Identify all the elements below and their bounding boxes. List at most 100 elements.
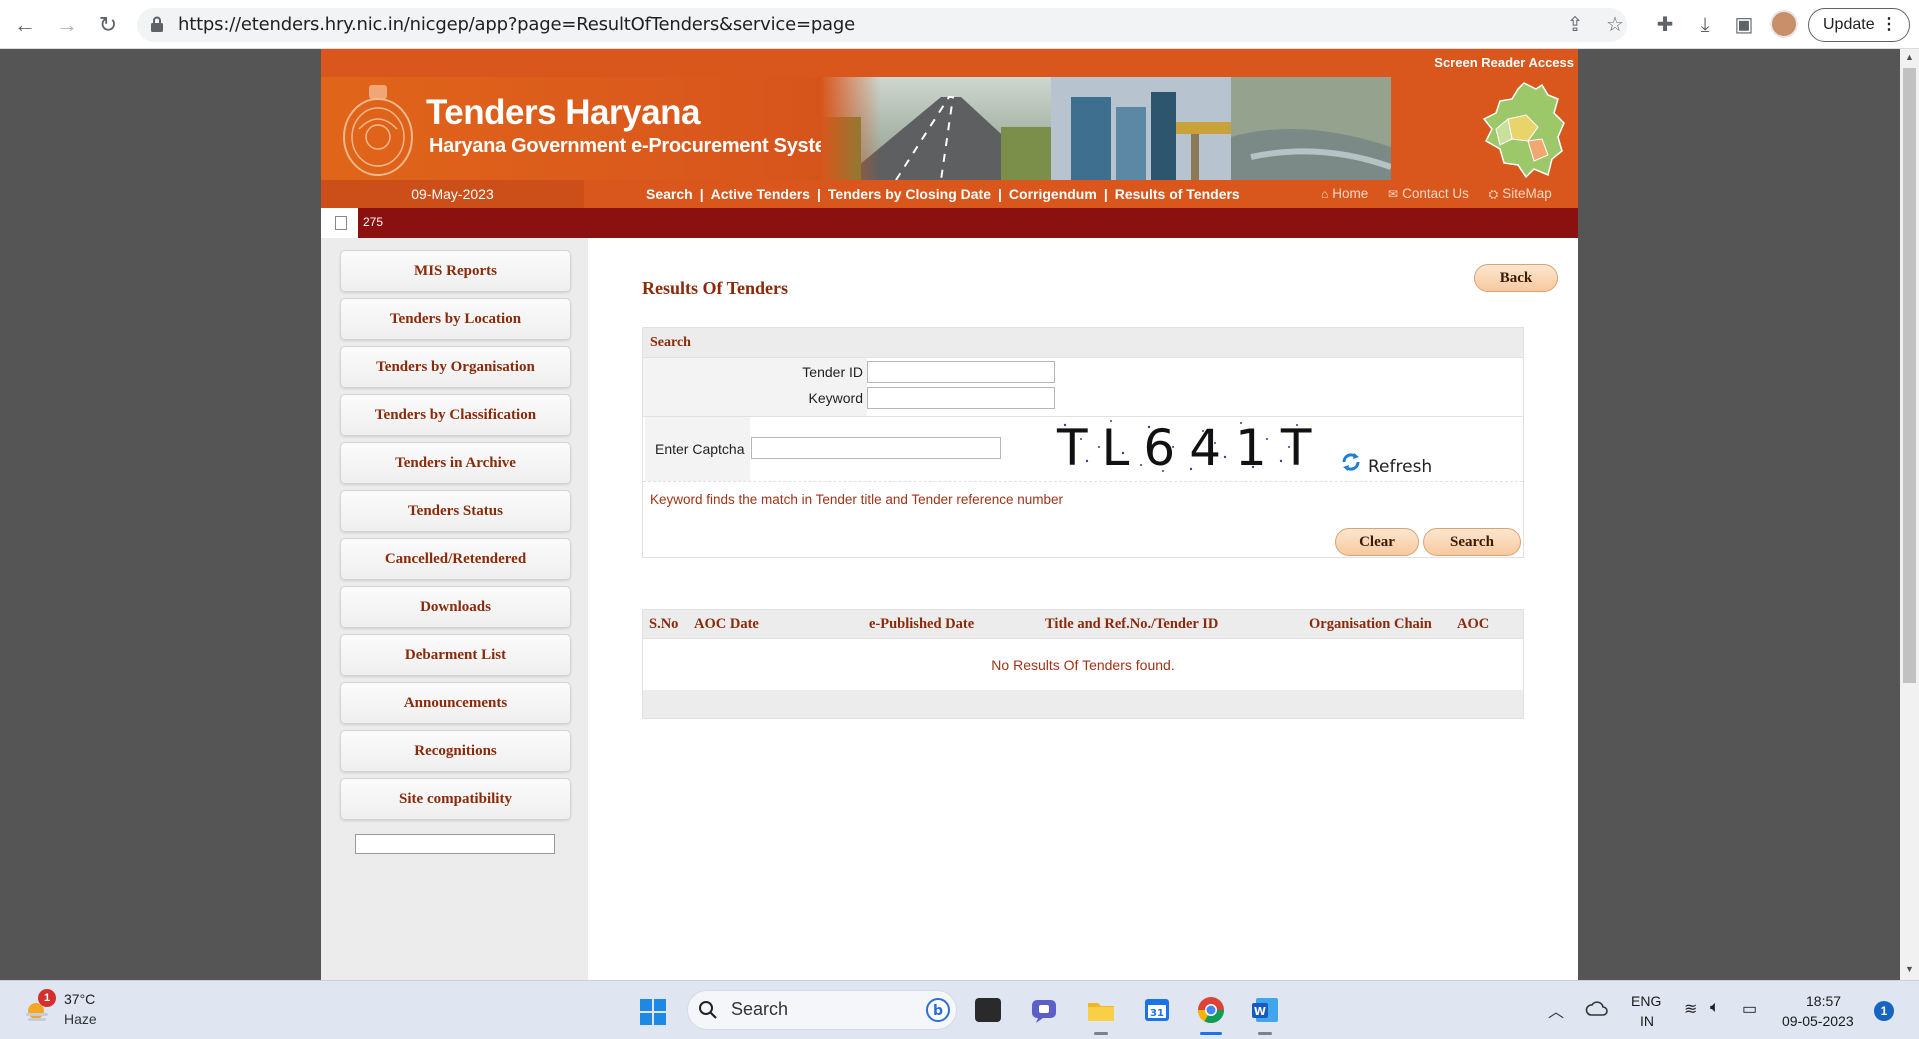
sidebar-item-mis-reports[interactable]: MIS Reports [340, 250, 571, 292]
site-banner: Tenders Haryana Haryana Government e-Pro… [321, 77, 1578, 180]
clock-date[interactable]: 09-05-2023 [1782, 1013, 1854, 1029]
sidebar-item-tenders-in-archive[interactable]: Tenders in Archive [340, 442, 571, 484]
reload-icon[interactable]: ↻ [95, 12, 121, 38]
teams-chat-icon[interactable] [1030, 995, 1060, 1025]
home-link[interactable]: ⌂ Home [1321, 186, 1368, 201]
sidebar-extra-box [355, 834, 555, 854]
nav-results-of-tenders[interactable]: Results of Tenders [1115, 186, 1240, 202]
site-subtitle: Haryana Government e-Procurement System [429, 135, 844, 157]
file-explorer-icon[interactable] [1086, 995, 1116, 1025]
captcha-row: Enter Captcha TL641T Refresh [643, 416, 1523, 482]
weather-condition[interactable]: Haze [64, 1011, 97, 1027]
keyword-input[interactable] [867, 387, 1055, 409]
sidebar-item-debarment-list[interactable]: Debarment List [340, 634, 571, 676]
tray-chevron-up-icon[interactable]: ︿ [1548, 998, 1564, 1022]
menu-dots-icon: ⋮ [1881, 16, 1897, 33]
column-e-published-date: e-Published Date [869, 616, 975, 632]
taskbar: 1 37°C Haze Search b 31 W ︿ ENG IN ≋ 🔈︎ … [0, 980, 1919, 1039]
bookmark-star-icon[interactable]: ☆ [1602, 12, 1628, 38]
ticker-text[interactable]: 275 [363, 215, 383, 229]
refresh-label: Refresh [1368, 457, 1433, 477]
nav-links: Search | Active Tenders | Tenders by Closing… [646, 180, 1240, 208]
scroll-down-icon[interactable]: ▼ [1903, 964, 1916, 978]
taskbar-search-placeholder: Search [731, 999, 789, 1019]
search-panel: Search Tender ID Keyword Enter Captcha T… [642, 327, 1524, 558]
scrollbar-thumb[interactable] [1903, 68, 1916, 683]
content-area: MIS Reports Tenders by Location Tenders … [321, 238, 1578, 980]
volume-icon[interactable]: 🔈︎ [1710, 999, 1720, 1017]
nav-corrigendum[interactable]: Corrigendum [1009, 186, 1097, 202]
lock-icon[interactable] [150, 16, 164, 32]
sidebar-item-announcements[interactable]: Announcements [340, 682, 571, 724]
home-icon: ⌂ [1321, 187, 1329, 201]
wifi-icon[interactable]: ≋ [1684, 999, 1697, 1019]
sidebar-item-recognitions[interactable]: Recognitions [340, 730, 571, 772]
site-title: Tenders Haryana [426, 93, 700, 132]
back-button[interactable]: Back [1474, 264, 1558, 292]
sitemap-icon: ⛭ [1488, 187, 1499, 201]
update-button[interactable]: Update ⋮ [1808, 8, 1910, 42]
sitemap-link[interactable]: ⛭ SiteMap [1489, 186, 1552, 201]
onedrive-cloud-icon[interactable] [1585, 1000, 1609, 1016]
search-button[interactable]: Search [1423, 528, 1521, 556]
main-panel: Results Of Tenders Back Search Tender ID… [588, 238, 1578, 980]
nav-separator: | [998, 186, 1002, 202]
profile-avatar[interactable] [1770, 10, 1798, 38]
captcha-input[interactable] [751, 437, 1001, 459]
word-icon[interactable]: W [1250, 995, 1280, 1025]
clear-button[interactable]: Clear [1335, 528, 1419, 556]
extensions-icon[interactable]: ✚ [1652, 12, 1678, 38]
taskbar-search-box[interactable] [687, 990, 957, 1030]
sidebar-item-tenders-status[interactable]: Tenders Status [340, 490, 571, 532]
chrome-icon[interactable] [1196, 995, 1226, 1025]
keyword-label: Keyword [808, 390, 863, 406]
url-text[interactable]: https://etenders.hry.nic.in/nicgep/app?p… [178, 14, 855, 35]
notification-badge[interactable]: 1 [1874, 1001, 1894, 1021]
back-arrow-icon[interactable]: ← [12, 12, 38, 38]
current-date: 09-May-2023 [321, 180, 584, 208]
weather-temperature[interactable]: 37°C [64, 991, 95, 1007]
share-icon[interactable]: ⇪ [1562, 12, 1588, 38]
download-icon[interactable]: ⤓ [1692, 12, 1718, 38]
screen-reader-link[interactable]: Screen Reader Access [1434, 55, 1574, 70]
document-icon [335, 216, 347, 230]
explorer-running-indicator [1094, 1032, 1108, 1035]
banner-photo-collage [821, 77, 1578, 180]
word-running-indicator [1258, 1032, 1272, 1035]
column-sno: S.No [649, 616, 679, 632]
battery-icon[interactable]: ▭ [1742, 999, 1757, 1019]
browser-toolbar: ← → ↻ https://etenders.hry.nic.in/nicgep… [0, 0, 1919, 49]
nav-active-tenders[interactable]: Active Tenders [711, 186, 810, 202]
windows-start-icon[interactable] [640, 999, 666, 1025]
sidebar-item-tenders-by-location[interactable]: Tenders by Location [340, 298, 571, 340]
calendar-icon[interactable]: 31 [1142, 995, 1172, 1025]
language-indicator[interactable]: ENG [1631, 993, 1661, 1009]
search-icon [699, 1001, 717, 1019]
scroll-up-icon[interactable]: ▲ [1903, 52, 1916, 66]
tender-id-input[interactable] [867, 361, 1055, 383]
results-table: S.No AOC Date e-Published Date Title and… [642, 609, 1524, 719]
sidebar-item-downloads[interactable]: Downloads [340, 586, 571, 628]
chrome-active-indicator [1200, 1032, 1222, 1035]
bing-icon[interactable]: b [926, 998, 950, 1022]
side-panel-icon[interactable]: ▣ [1731, 12, 1757, 38]
contact-link[interactable]: ✉ Contact Us [1388, 186, 1469, 201]
nav-tenders-by-closing-date[interactable]: Tenders by Closing Date [828, 186, 991, 202]
nav-search[interactable]: Search [646, 186, 693, 202]
sidebar-item-tenders-by-organisation[interactable]: Tenders by Organisation [340, 346, 571, 388]
update-label: Update [1823, 16, 1875, 33]
haryana-emblem-icon [343, 85, 413, 176]
envelope-icon: ✉ [1388, 187, 1399, 201]
region-indicator[interactable]: IN [1640, 1013, 1654, 1029]
sidebar-item-site-compatibility[interactable]: Site compatibility [340, 778, 571, 820]
column-organisation-chain: Organisation Chain [1309, 616, 1432, 632]
refresh-icon [1342, 453, 1360, 471]
task-view-icon[interactable] [975, 998, 1001, 1022]
forward-arrow-icon[interactable]: → [54, 12, 80, 38]
sitemap-label: SiteMap [1502, 186, 1552, 201]
empty-message: No Results Of Tenders found. [991, 657, 1175, 673]
sidebar-item-cancelled-retendered[interactable]: Cancelled/Retendered [340, 538, 571, 580]
clock-time[interactable]: 18:57 [1806, 993, 1841, 1009]
sidebar-item-tenders-by-classification[interactable]: Tenders by Classification [340, 394, 571, 436]
contact-label: Contact Us [1402, 186, 1469, 201]
